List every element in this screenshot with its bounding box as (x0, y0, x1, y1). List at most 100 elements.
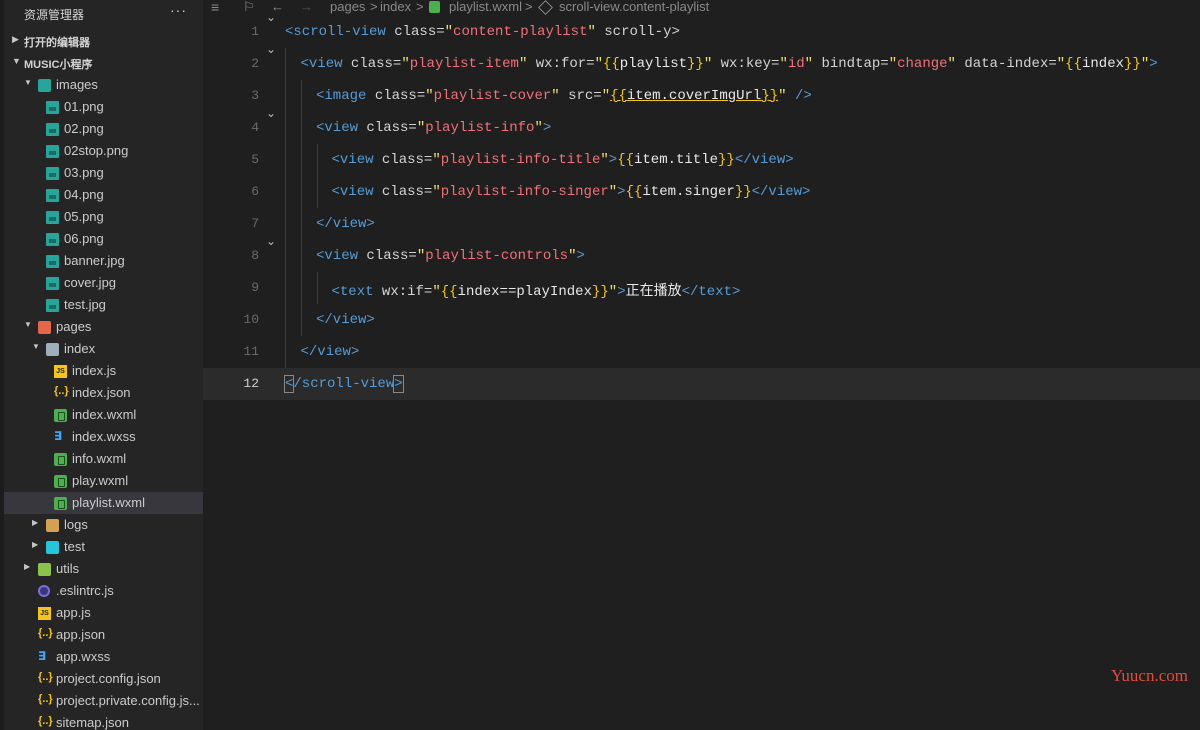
code-line[interactable]: 5 <view class="playlist-info-title">{{ite… (203, 144, 1200, 176)
line-number: 7 (251, 216, 259, 231)
forward-arrow-icon[interactable]: → (300, 0, 313, 14)
code-editor[interactable]: 1 ⌄ <scroll-view class="content-playlist" … (203, 10, 1200, 730)
tree-file[interactable]: test.jpg (4, 294, 203, 316)
tree-file[interactable]: 06.png (4, 228, 203, 250)
code-line[interactable]: 12 </scroll-view> (203, 368, 1200, 400)
tree-file[interactable]: index.wxml (4, 404, 203, 426)
tree-file[interactable]: 01.png (4, 96, 203, 118)
line-number: 9 (251, 280, 259, 295)
tree-folder[interactable]: ▼ pages (4, 316, 203, 338)
code-token: </view> (300, 344, 360, 360)
chevron-right-icon[interactable]: ▶ (32, 540, 38, 549)
tree-file[interactable]: 02stop.png (4, 140, 203, 162)
images-folder-icon (38, 79, 51, 92)
tree-file[interactable]: play.wxml (4, 470, 203, 492)
code-token: " (444, 24, 454, 40)
breadcrumb-symbol[interactable]: scroll-view.content-playlist (559, 0, 709, 14)
tree-folder[interactable]: ▶ utils (4, 558, 203, 580)
tree-folder[interactable]: ▼ index (4, 338, 203, 360)
fold-chevron-icon[interactable]: ⌄ (266, 106, 276, 120)
code-token: change (897, 56, 948, 72)
code-token: playlist-info-singer (440, 184, 609, 200)
code-token: {{ (602, 56, 620, 72)
breadcrumb-separator: > (370, 0, 378, 14)
tree-item-label: index.json (72, 385, 131, 400)
fold-chevron-icon[interactable]: ⌄ (266, 42, 276, 56)
chevron-right-icon[interactable]: ▶ (24, 562, 30, 571)
tree-file[interactable]: info.wxml (4, 448, 203, 470)
tree-file[interactable]: ∃ index.wxss (4, 426, 203, 448)
image-file-icon (46, 211, 59, 224)
line-number: 5 (251, 152, 259, 167)
code-token: 正在播放 (625, 284, 682, 300)
code-token: {{ (625, 184, 643, 200)
tree-file[interactable]: playlist.wxml (4, 492, 203, 514)
code-line[interactable]: 1 ⌄ <scroll-view class="content-playlist" … (203, 10, 1200, 48)
code-token: " (600, 152, 609, 168)
code-text: <image class="playlist-cover" src="{{ite… (316, 88, 812, 104)
breadcrumb-pages[interactable]: pages (330, 0, 365, 14)
code-line[interactable]: 8 ⌄ <view class="playlist-controls"> (203, 234, 1200, 272)
breadcrumb-separator: > (416, 0, 424, 14)
bookmark-icon[interactable]: ⚐ (243, 0, 255, 15)
tree-file[interactable]: {..} project.private.config.js... (4, 690, 203, 712)
code-text: <view class="playlist-info"> (316, 120, 551, 136)
code-line[interactable]: 4 ⌄ <view class="playlist-info"> (203, 106, 1200, 144)
image-file-icon (46, 101, 59, 114)
tree-item-label: 06.png (64, 231, 104, 246)
code-token: " (587, 24, 596, 40)
tree-file[interactable]: {..} sitemap.json (4, 712, 203, 730)
code-token: index==playIndex (457, 284, 592, 300)
code-token: item.title (634, 152, 719, 168)
chevron-right-icon[interactable]: ▶ (32, 518, 38, 527)
code-line[interactable]: 11 </view> (203, 336, 1200, 368)
code-line[interactable]: 10 </view> (203, 304, 1200, 336)
code-token: " (425, 88, 434, 104)
code-token: > (393, 375, 404, 393)
more-actions-icon[interactable]: ··· (170, 2, 187, 18)
explorer-sidebar: 资源管理器 ··· ▶ 打开的编辑器 ▼ MUSIC小程序 ▼ images 01.… (0, 0, 203, 730)
tree-file[interactable]: JS app.js (4, 602, 203, 624)
fold-chevron-icon[interactable]: ⌄ (266, 234, 276, 248)
tree-file[interactable]: {..} app.json (4, 624, 203, 646)
image-file-icon (46, 233, 59, 246)
code-line[interactable]: 9 <text wx:if="{{index==playIndex}}">正在播放… (203, 272, 1200, 304)
open-editors-section[interactable]: ▶ 打开的编辑器 (4, 30, 203, 52)
tree-item-label: test (64, 539, 85, 554)
tree-file[interactable]: {..} project.config.json (4, 668, 203, 690)
tree-file[interactable]: 04.png (4, 184, 203, 206)
tree-file[interactable]: 03.png (4, 162, 203, 184)
tree-folder[interactable]: ▶ logs (4, 514, 203, 536)
code-token: <view (316, 248, 359, 264)
fold-chevron-icon[interactable]: ⌄ (266, 10, 276, 24)
tree-item-label: app.js (56, 605, 91, 620)
chevron-down-icon[interactable]: ▼ (24, 78, 32, 87)
project-section[interactable]: ▼ MUSIC小程序 (4, 52, 203, 74)
breadcrumb-index[interactable]: index (380, 0, 411, 14)
indent-guide (301, 144, 302, 176)
code-line[interactable]: 3 <image class="playlist-cover" src="{{it… (203, 80, 1200, 112)
code-line[interactable]: 2 ⌄ <view class="playlist-item" wx:for="{{… (203, 42, 1200, 80)
code-token: class= (358, 120, 417, 136)
code-token: " (1140, 56, 1150, 72)
tree-file[interactable]: .eslintrc.js (4, 580, 203, 602)
code-line[interactable]: 6 <view class="playlist-info-singer">{{it… (203, 176, 1200, 208)
tree-folder[interactable]: ▼ images (4, 74, 203, 96)
chevron-down-icon[interactable]: ▼ (32, 342, 40, 351)
tree-file[interactable]: cover.jpg (4, 272, 203, 294)
tree-file[interactable]: banner.jpg (4, 250, 203, 272)
code-text: <view class="playlist-controls"> (316, 248, 585, 264)
tree-file[interactable]: ∃ app.wxss (4, 646, 203, 668)
code-line[interactable]: 7 </view> (203, 208, 1200, 240)
wxml-file-icon (54, 497, 67, 510)
list-icon[interactable]: ≡ (211, 0, 219, 15)
tree-folder[interactable]: ▶ test (4, 536, 203, 558)
breadcrumb-file[interactable]: playlist.wxml (449, 0, 522, 14)
tree-file[interactable]: 02.png (4, 118, 203, 140)
code-token: " (1056, 56, 1066, 72)
json-file-icon: {..} (38, 715, 53, 727)
chevron-down-icon[interactable]: ▼ (24, 320, 32, 329)
tree-file[interactable]: 05.png (4, 206, 203, 228)
tree-file[interactable]: JS index.js (4, 360, 203, 382)
tree-file[interactable]: {..} index.json (4, 382, 203, 404)
